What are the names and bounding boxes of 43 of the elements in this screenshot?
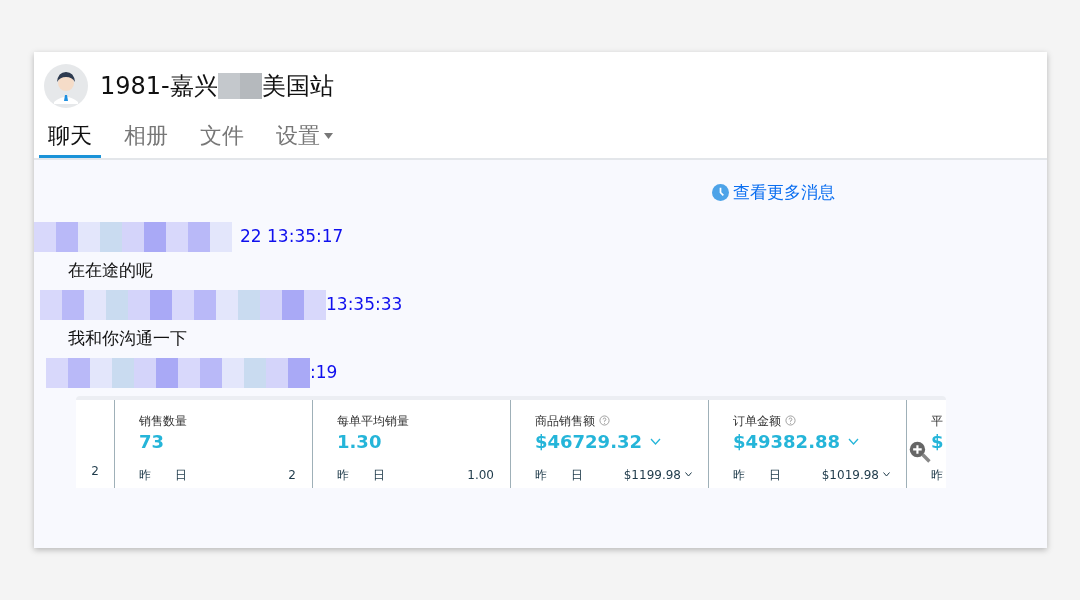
blurred-area xyxy=(217,73,262,99)
stat-value: 73 xyxy=(139,429,165,454)
chevron-down-icon xyxy=(848,437,860,446)
stat-label: 销售数量 xyxy=(139,412,187,430)
stat-label: 订单金额 xyxy=(733,412,781,430)
chevron-down-icon xyxy=(883,472,890,477)
clock-icon xyxy=(712,184,729,202)
message-text: 我和你沟通一下 xyxy=(67,326,188,350)
tab[interactable]: 设置 xyxy=(267,116,342,158)
help-icon xyxy=(599,415,610,426)
caret-down-icon xyxy=(324,132,333,139)
tab[interactable]: 文件 xyxy=(191,116,253,158)
chat-title: 1981-嘉兴 xyxy=(100,71,218,102)
message-text: 在在途的呢 xyxy=(67,258,154,282)
message-time: :19 xyxy=(310,360,338,384)
message-time: 13:35:33 xyxy=(326,292,403,316)
yesterday-value: 1.00 xyxy=(467,466,494,484)
message-time: 22 13:35:17 xyxy=(240,224,344,248)
stat-value: $46729.32 xyxy=(535,429,643,454)
yesterday-label: 昨 日 xyxy=(337,466,385,484)
stat-value: $49382.88 xyxy=(733,429,841,454)
yesterday-label: 昨 日 xyxy=(733,466,781,484)
yesterday-value: $1019.98 xyxy=(821,466,879,484)
yesterday-value: 2 xyxy=(288,466,296,484)
chevron-down-icon xyxy=(685,472,692,477)
stat-value: $ xyxy=(931,429,945,454)
avatar-icon xyxy=(44,64,88,108)
chat-title: 美国站 xyxy=(261,71,334,102)
yesterday-label: 昨 日 xyxy=(139,466,187,484)
stat-label: 平 xyxy=(931,412,944,430)
chevron-down-icon xyxy=(650,437,662,446)
yesterday-label: 昨 日 xyxy=(535,466,583,484)
stat-value: 1.30 xyxy=(337,429,382,454)
yesterday-value: $1199.98 xyxy=(623,466,681,484)
help-icon xyxy=(785,415,796,426)
tab[interactable]: 相册 xyxy=(115,116,177,158)
view-more-link[interactable]: 查看更多消息 xyxy=(712,180,835,206)
tab[interactable]: 聊天 xyxy=(39,116,101,158)
zoom-in-icon xyxy=(908,439,932,464)
yesterday-label: 昨 xyxy=(931,466,944,484)
stat-label: 每单平均销量 xyxy=(337,412,409,430)
stat-label: 商品销售额 xyxy=(535,412,595,430)
stat-value: 2 xyxy=(91,462,99,480)
